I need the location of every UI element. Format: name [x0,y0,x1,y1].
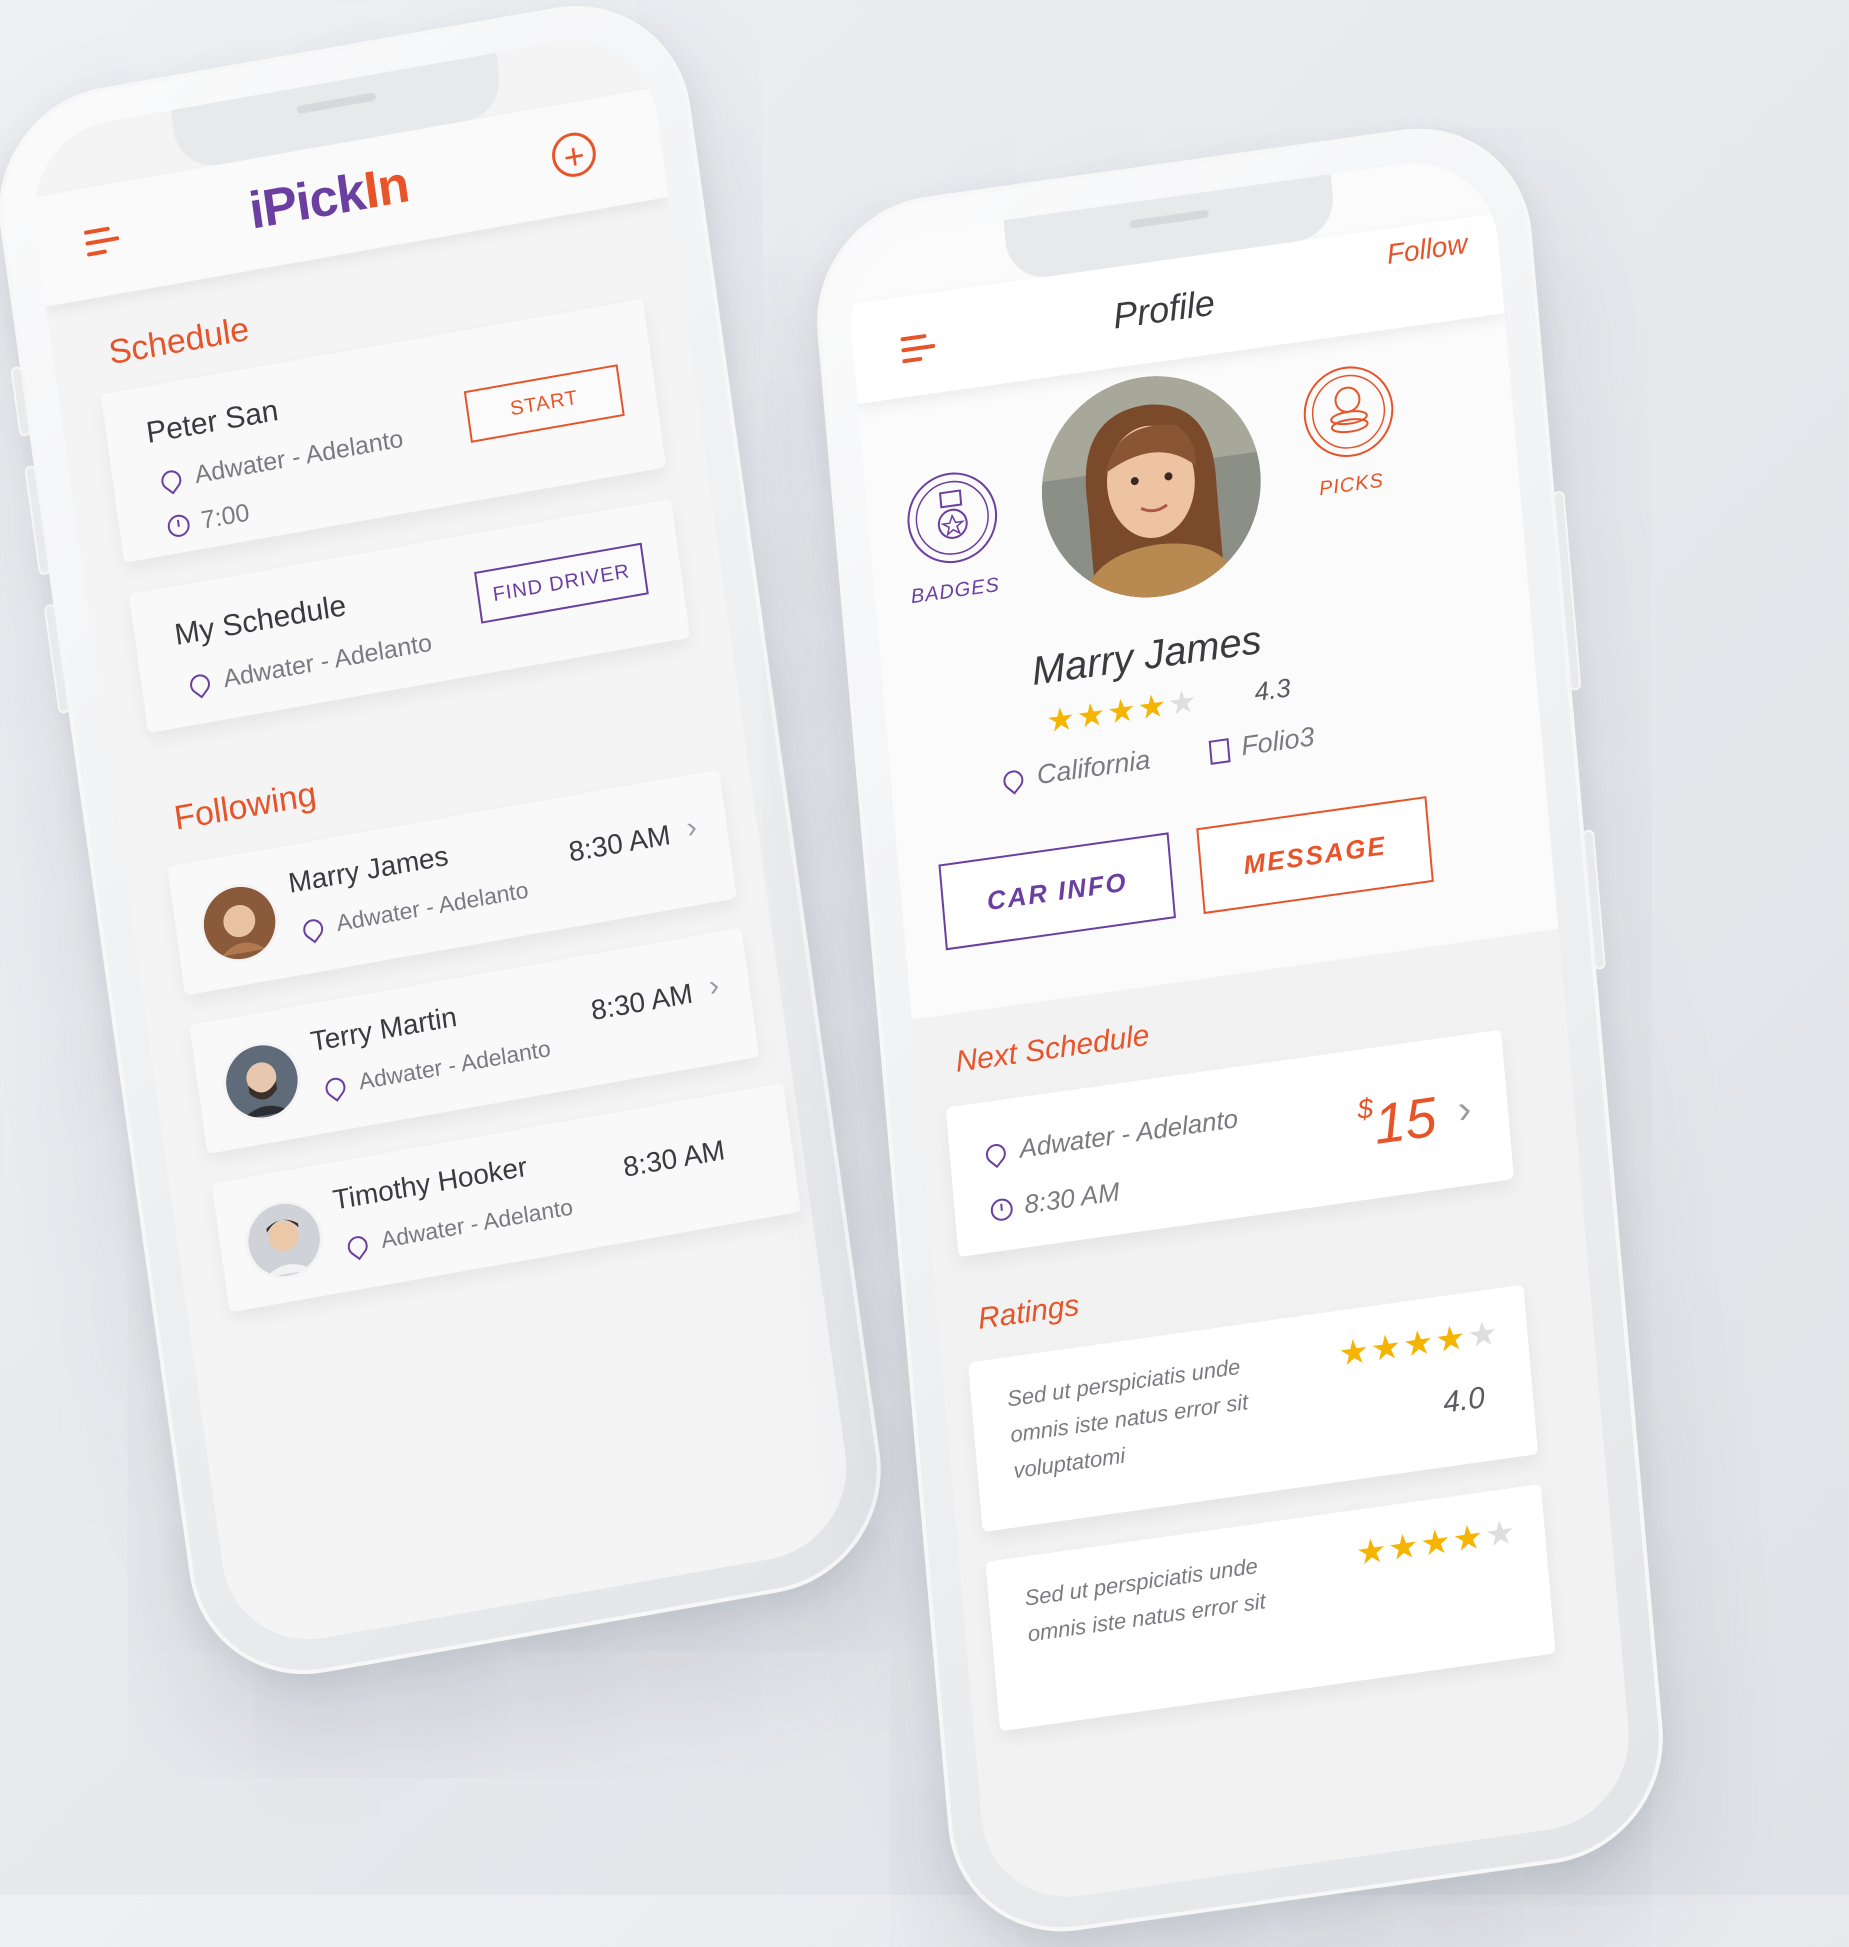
follower-time: 8:30 AM [621,1134,727,1183]
chevron-right-icon[interactable]: › [707,969,722,1004]
logo-text-purple: iPick [245,162,369,241]
car-info-button[interactable]: CAR INFO [938,832,1176,951]
star-icon: ★ [1354,1530,1390,1574]
star-icon: ★ [1369,1326,1405,1370]
star-icon: ★ [1433,1317,1470,1361]
star-icon: ★ [1136,686,1170,727]
message-button[interactable]: MESSAGE [1196,796,1434,915]
schedule-time: 7:00 [166,499,252,542]
rating-stars: ★★★★★ [1337,1312,1502,1374]
rating-stars: ★★★★★ [1354,1512,1519,1574]
star-icon: ★ [1166,682,1201,723]
location-pin-icon [999,766,1028,795]
power-button [1552,490,1582,692]
time-text: 7:00 [199,498,252,535]
find-driver-button[interactable]: FIND DRIVER [474,542,649,624]
star-icon: ★ [1337,1331,1373,1374]
price-value: 15 [1371,1084,1439,1156]
left-phone: iPickIn + Schedule Peter San Adwater - A… [0,0,897,1694]
price: $15 [1356,1084,1439,1160]
location-pin-icon [343,1232,372,1261]
location-pin-icon [157,466,186,495]
clock-icon [166,513,192,540]
app-logo: iPickIn [246,154,413,241]
location-text: California [1035,744,1152,791]
star-icon: ★ [1105,690,1140,731]
profile-company: Folio3 [1208,721,1316,767]
page-title: Profile [1111,281,1217,337]
time-text: 8:30 AM [1023,1176,1121,1220]
profile-screen: Profile Follow BADGES PICKS Marry James … [843,151,1637,1909]
star-icon: ★ [1451,1517,1487,1560]
schedule-title: Schedule [106,309,252,373]
location-pin-icon [981,1140,1010,1169]
start-button[interactable]: START [463,364,625,443]
star-icon: ★ [1483,1512,1519,1556]
volume-button [10,365,32,438]
badges-icon[interactable] [900,463,1004,572]
rating-comment: Sed ut perspiciatis unde omnis iste natu… [1006,1353,1250,1484]
schedule-screen: iPickIn + Schedule Peter San Adwater - A… [22,26,858,1654]
add-icon[interactable]: + [549,129,599,181]
profile-rating-value: 4.3 [1253,672,1292,708]
chevron-right-icon[interactable]: › [1456,1087,1473,1134]
follower-time: 8:30 AM [566,819,673,868]
logo-text-orange: In [360,155,413,221]
chevron-right-icon[interactable]: › [684,810,699,845]
volume-button [24,464,52,576]
following-title: Following [171,775,319,838]
building-icon [1208,738,1231,765]
rating-value: 4.0 [1441,1381,1487,1420]
menu-icon[interactable] [900,333,936,364]
star-icon: ★ [1386,1526,1423,1569]
follower-name: Marry James [286,839,451,899]
profile-location: California [999,744,1152,796]
star-icon: ★ [1401,1322,1437,1365]
my-schedule-name: My Schedule [172,589,349,652]
star-icon: ★ [1465,1313,1502,1356]
badges-label: BADGES [910,573,1001,609]
volume-button [43,603,71,715]
schedule-name: Peter San [144,394,281,450]
route-text: Adwater - Adelanto [1018,1103,1240,1164]
avatar [248,1203,320,1278]
location-pin-icon [321,1073,350,1102]
star-icon: ★ [1044,699,1079,740]
picks-icon[interactable] [1297,357,1401,466]
next-time: 8:30 AM [989,1176,1121,1225]
right-phone: Profile Follow BADGES PICKS Marry James … [807,113,1673,1947]
next-route: Adwater - Adelanto [981,1103,1240,1169]
follower-time: 8:30 AM [589,977,695,1027]
picks-label: PICKS [1318,469,1385,501]
location-pin-icon [186,670,215,699]
follower-name: Terry Martin [308,1000,459,1058]
star-icon: ★ [1075,694,1109,736]
clock-icon [989,1197,1014,1223]
star-icon: ★ [1418,1521,1455,1565]
avatar [203,886,276,960]
profile-name: Marry James [1030,617,1264,694]
profile-avatar [1032,361,1270,612]
avatar [226,1045,298,1120]
company-text: Folio3 [1239,721,1316,762]
menu-icon[interactable] [83,225,121,257]
side-button [1581,829,1607,971]
location-pin-icon [299,915,328,944]
rating-comment: Sed ut perspiciatis unde omnis iste natu… [1023,1553,1267,1647]
follow-button[interactable]: Follow [1386,228,1469,271]
